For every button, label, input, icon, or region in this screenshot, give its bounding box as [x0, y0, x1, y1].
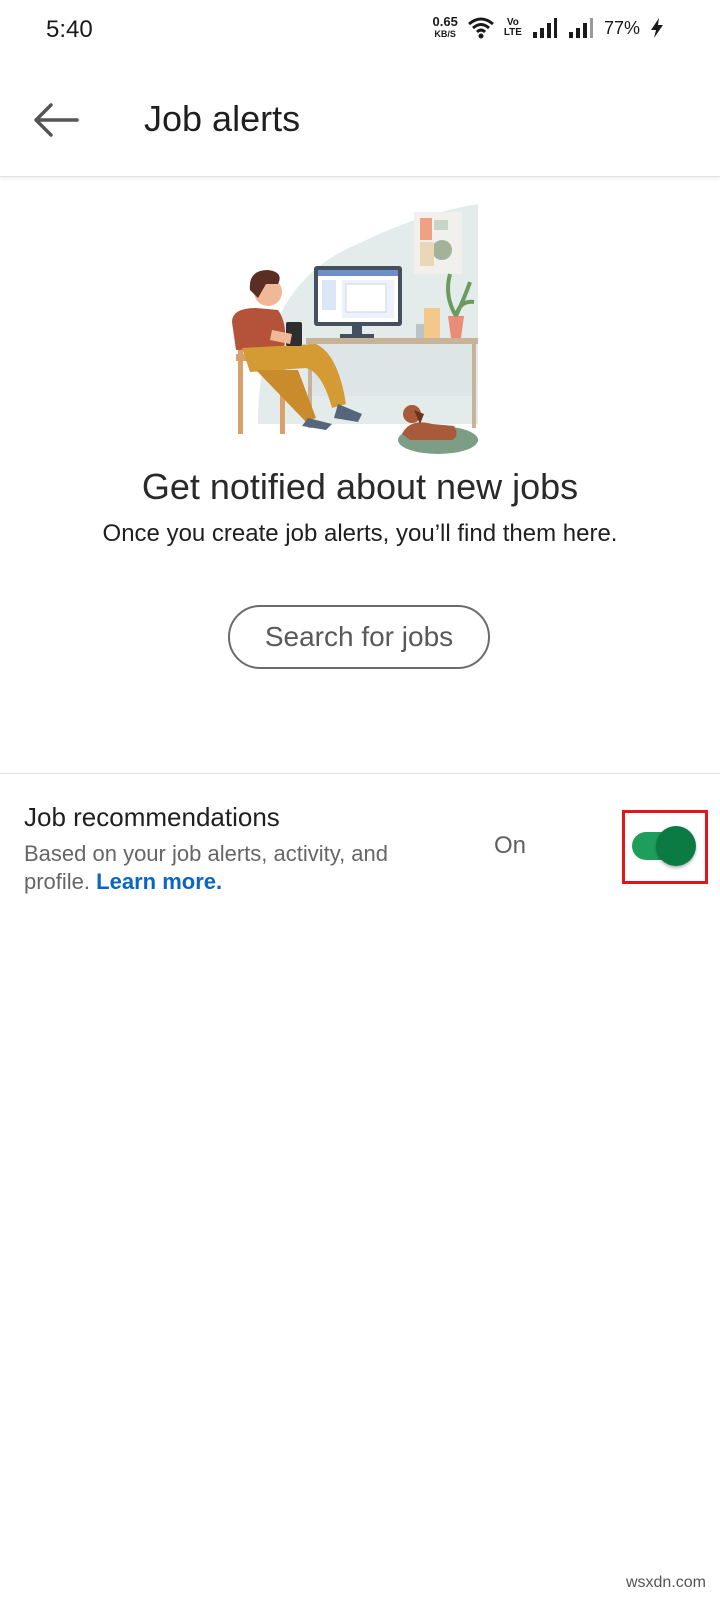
learn-more-link[interactable]: Learn more. — [96, 869, 222, 894]
wifi-icon — [467, 17, 494, 39]
watermark: wsxdn.com — [625, 1574, 706, 1591]
job-recommendations-title: Job recommendations — [24, 802, 280, 832]
job-recommendations-state: On — [494, 832, 527, 859]
app-header: Job alerts — [0, 64, 720, 177]
status-bar: 5:40 0.65 KB/S Vo LTE 77% — [0, 0, 720, 64]
empty-state-title: Get notified about new jobs — [141, 466, 579, 507]
job-recommendations-description: Based on your job alerts, activity, and … — [24, 840, 444, 896]
network-speed: 0.65 KB/S — [432, 14, 458, 40]
person-at-desk-illustration — [232, 204, 478, 454]
page-title: Job alerts — [144, 98, 301, 139]
battery-level: 77% — [603, 17, 640, 38]
signal-icon — [568, 18, 593, 38]
search-for-jobs-button[interactable]: Search for jobs — [228, 605, 490, 669]
section-divider — [0, 773, 720, 774]
network-speed-unit: KB/S — [434, 29, 456, 39]
charging-icon — [651, 18, 663, 38]
job-recommendations-toggle[interactable] — [632, 826, 696, 866]
network-speed-value: 0.65 — [432, 14, 458, 29]
back-button[interactable] — [28, 92, 84, 148]
volte-indicator: Vo LTE — [504, 18, 522, 38]
status-time: 5:40 — [46, 16, 93, 43]
arrow-left-icon — [34, 103, 79, 137]
volte-bottom: LTE — [503, 27, 522, 38]
empty-state-subtitle: Once you create job alerts, you’ll find … — [102, 520, 618, 547]
signal-icon — [532, 18, 557, 38]
toggle-knob — [656, 826, 696, 866]
status-icons: 0.65 KB/S Vo LTE 77% — [432, 14, 665, 40]
